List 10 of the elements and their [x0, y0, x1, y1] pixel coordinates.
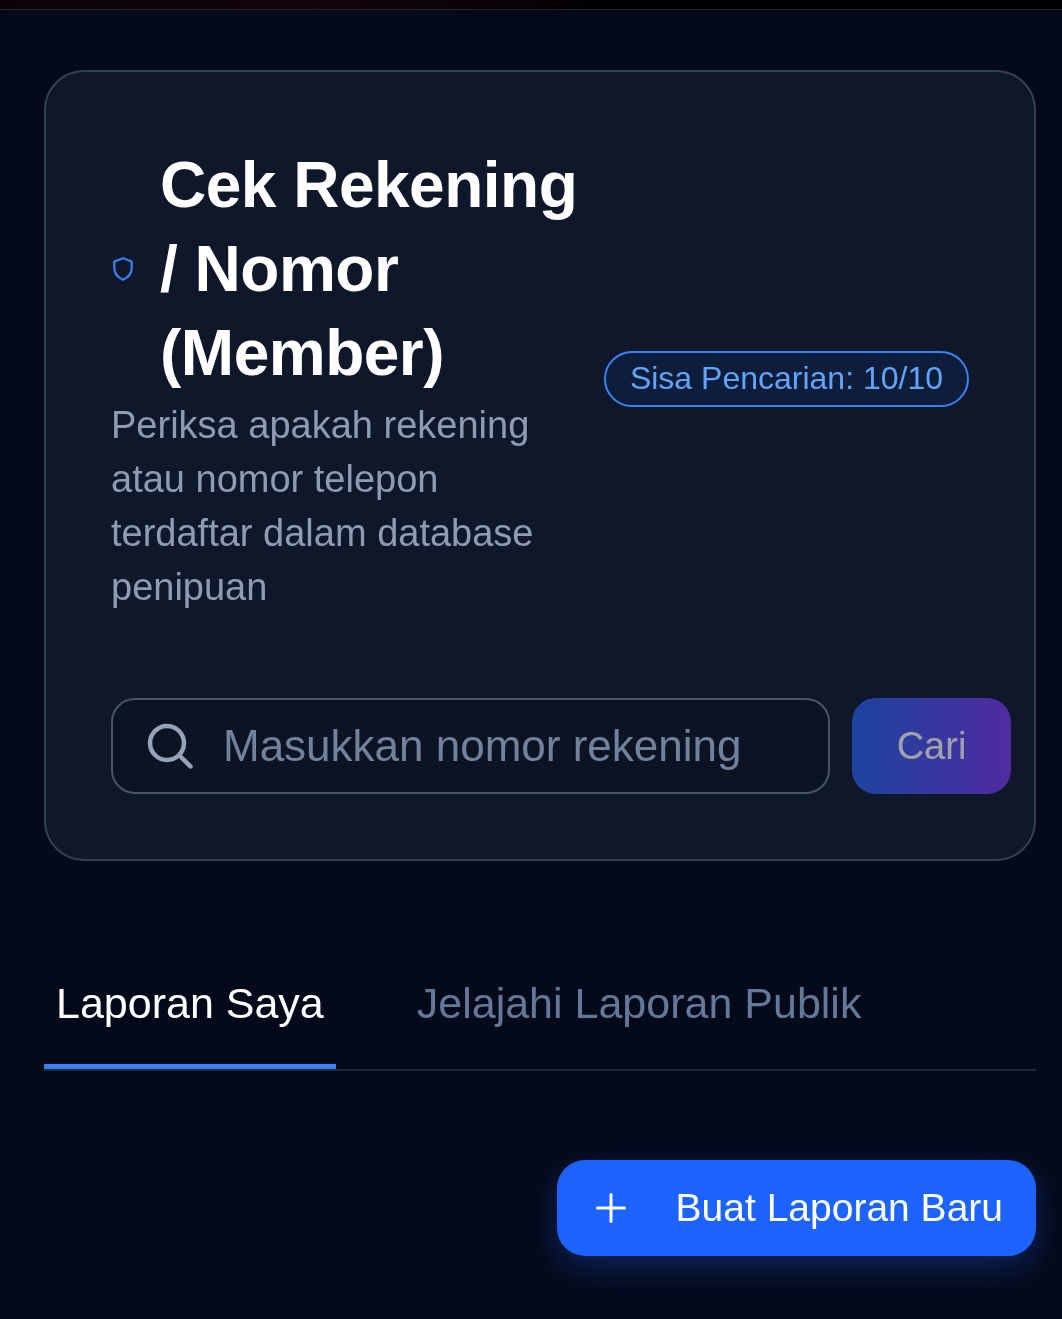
plus-icon: [595, 1193, 626, 1223]
tab[interactable]: Laporan Saya: [44, 945, 336, 1069]
new-report-button[interactable]: Buat Laporan Baru: [556, 1160, 1036, 1256]
tab[interactable]: Jelajahi Laporan Publik: [404, 945, 874, 1069]
card-description: Periksa apakah rekening atau nomor telepon terdaftar dalam database penipuan: [111, 403, 535, 610]
shield-icon: [113, 257, 133, 281]
search-field[interactable]: Masukkan nomor rekening: [111, 698, 830, 794]
card-title: Cek Rekening / Nomor (Member): [160, 148, 579, 391]
remaining-searches-badge: Sisa Pencarian: 10/10: [603, 350, 969, 407]
search-icon: [147, 723, 193, 769]
